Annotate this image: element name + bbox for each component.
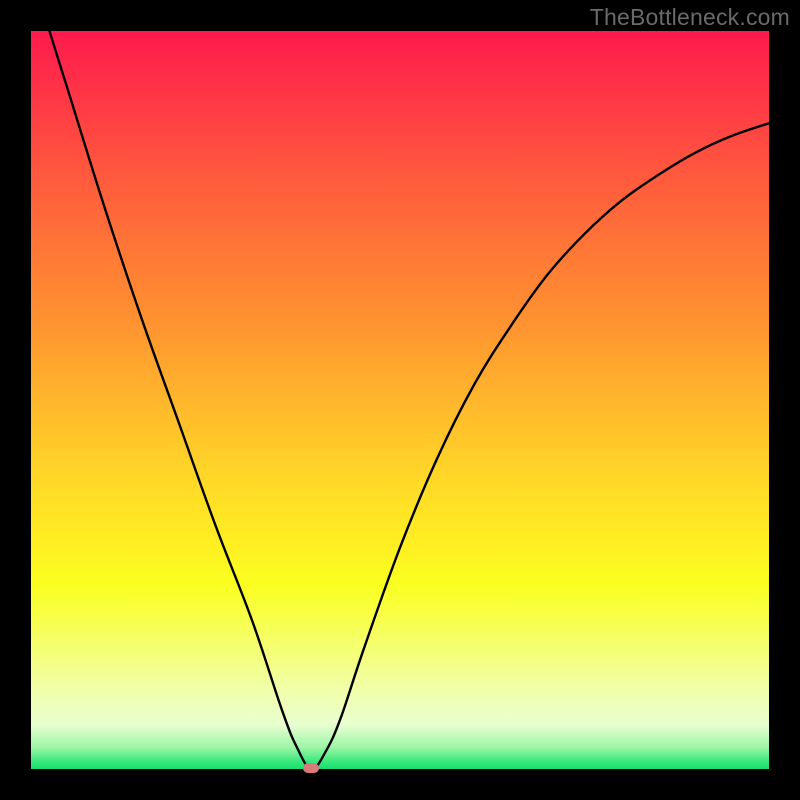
chart-frame: TheBottleneck.com: [0, 0, 800, 800]
bottleneck-curve: [31, 31, 769, 769]
watermark-text: TheBottleneck.com: [590, 4, 790, 31]
plot-area: [31, 31, 769, 769]
optimum-marker: [303, 763, 319, 773]
